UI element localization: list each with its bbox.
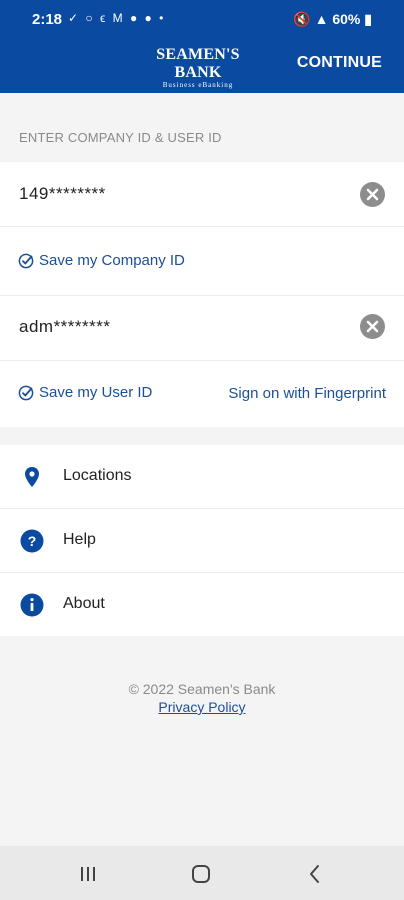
company-id-field[interactable]: 149******** xyxy=(0,162,404,226)
status-bar: 2:18 ✓ ○ ϵ M ● ● • 🔇 ▲ 60% ▮ xyxy=(0,0,404,34)
battery-icon: ▮ xyxy=(364,11,372,27)
save-user-id-toggle[interactable]: Save my User ID xyxy=(18,384,152,401)
divider xyxy=(0,360,404,361)
copyright-text: © 2022 Seamen's Bank xyxy=(128,681,276,697)
status-notification-icons: ✓ ○ ϵ M ● ● • xyxy=(68,11,166,25)
menu-item-about[interactable]: About xyxy=(0,573,404,636)
clear-user-id-button[interactable] xyxy=(360,314,385,339)
save-user-id-label: Save my User ID xyxy=(39,384,153,401)
menu-item-help[interactable]: ? Help xyxy=(0,509,404,572)
user-id-value: adm******** xyxy=(19,317,111,336)
recent-apps-icon[interactable] xyxy=(77,863,99,885)
clear-company-id-button[interactable] xyxy=(360,182,385,207)
divider xyxy=(0,226,404,227)
fingerprint-signon-link[interactable]: Sign on with Fingerprint xyxy=(228,385,386,402)
section-label: ENTER COMPANY ID & USER ID xyxy=(19,130,222,145)
continue-button[interactable]: CONTINUE xyxy=(297,54,382,72)
back-icon[interactable] xyxy=(304,863,326,885)
credentials-card: 149******** Save my Company ID adm******… xyxy=(0,162,404,427)
privacy-policy-link[interactable]: Privacy Policy xyxy=(158,699,245,715)
menu-item-locations[interactable]: Locations xyxy=(0,445,404,508)
home-icon[interactable] xyxy=(190,863,212,885)
status-right: 🔇 ▲ 60% ▮ xyxy=(293,11,372,28)
app-header: SEAMEN'S BANK Business eBanking CONTINUE xyxy=(0,34,404,93)
privacy-policy-container: Privacy Policy xyxy=(0,699,404,715)
mute-icon: 🔇 xyxy=(293,11,311,27)
check-circle-icon xyxy=(18,385,34,400)
status-time: 2:18 xyxy=(32,11,63,28)
close-icon xyxy=(366,320,379,333)
question-icon: ? xyxy=(20,529,44,553)
check-circle-icon xyxy=(18,253,34,268)
system-nav-bar xyxy=(0,846,404,900)
info-icon xyxy=(20,593,44,617)
battery-percent: 60% xyxy=(332,11,361,27)
menu-item-label: About xyxy=(63,595,105,612)
logo-tagline: Business eBanking xyxy=(162,81,234,89)
logo-wordmark: SEAMEN'S BANK xyxy=(156,46,240,81)
save-company-id-label: Save my Company ID xyxy=(39,252,185,269)
bank-logo: SEAMEN'S BANK Business eBanking xyxy=(142,46,254,89)
save-company-id-toggle[interactable]: Save my Company ID xyxy=(18,252,185,269)
menu-item-label: Help xyxy=(63,531,96,548)
location-pin-icon xyxy=(25,467,39,487)
company-id-value: 149******** xyxy=(19,184,106,203)
close-icon xyxy=(366,188,379,201)
signal-icon: ▲ xyxy=(314,11,329,27)
menu-item-label: Locations xyxy=(63,467,132,484)
user-id-field[interactable]: adm******** xyxy=(0,296,404,360)
svg-text:?: ? xyxy=(28,533,37,549)
